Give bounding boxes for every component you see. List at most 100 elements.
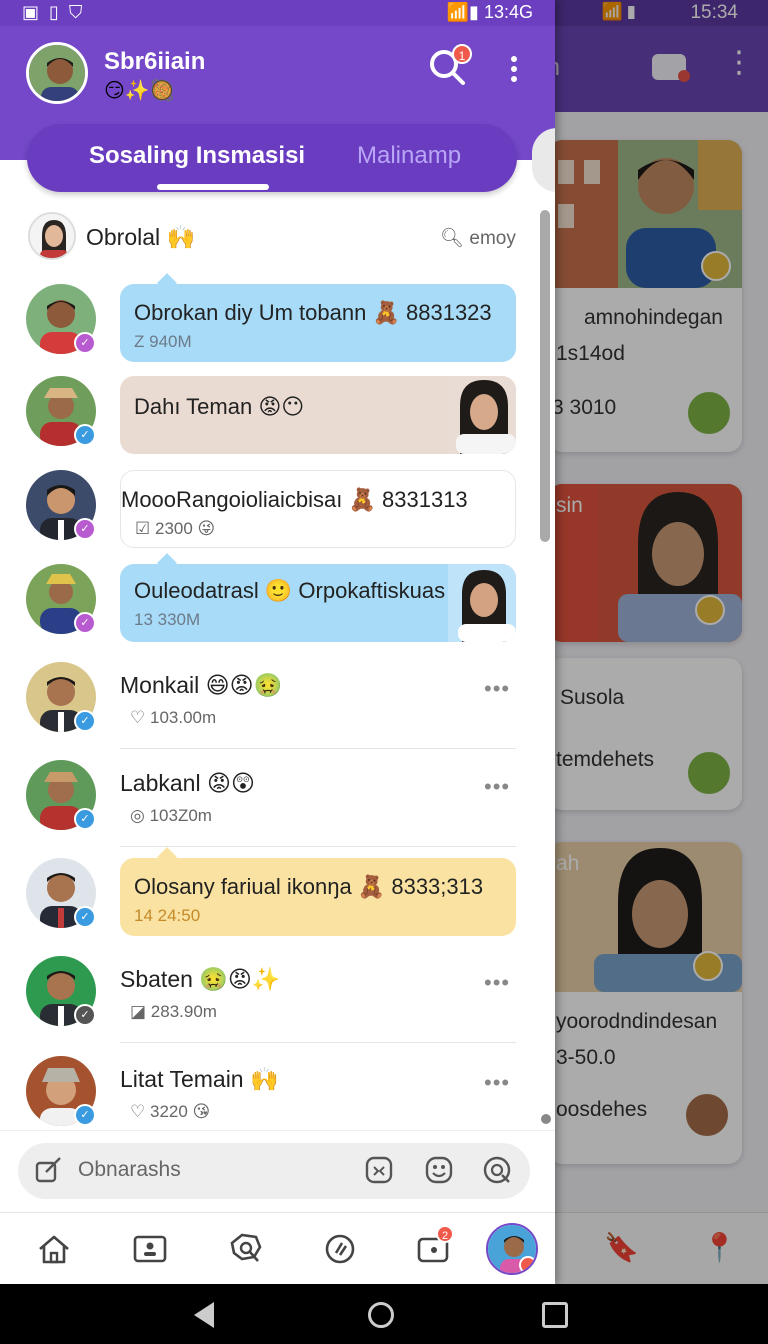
emoji-icon[interactable] xyxy=(424,1155,454,1185)
chat-title-text: Labkanl xyxy=(120,770,201,796)
chat-row[interactable]: ✓ Labkanl 😡😲 ◎ 103Z0m ••• xyxy=(0,760,540,856)
profile-tab-avatar[interactable] xyxy=(486,1223,538,1275)
chat-row[interactable]: ✓ Dahı Teman 😡😶 xyxy=(0,376,540,472)
chat-emoji: 😄😡🤢 xyxy=(205,672,283,698)
message-bubble[interactable]: MoooRangoioliaicbisaı 🧸 8331313 ☑ 2300 😜 xyxy=(120,470,516,548)
chat-title: Labkanl 😡😲 xyxy=(120,770,255,797)
meta-icon: ♡ xyxy=(130,708,146,727)
chat-panel: ▣▯⛉ 📶▮ 13:4G Sbr6iiain 😏✨🥘 1 Sosaling In… xyxy=(0,0,555,1284)
recents-icon[interactable] xyxy=(542,1302,568,1328)
chat-title-text: Dahı Teman xyxy=(134,394,253,419)
chat-emoji: 🙂 xyxy=(264,578,293,603)
row-more-icon[interactable]: ••• xyxy=(484,774,510,800)
chat-meta: ☑ 2300 😜 xyxy=(135,519,215,539)
message-photo[interactable] xyxy=(448,376,516,454)
verified-badge: ✓ xyxy=(74,612,96,634)
group-avatar[interactable] xyxy=(28,212,76,260)
verified-badge: ✓ xyxy=(74,332,96,354)
chat-title: Olosany fariual ikonŋa 🧸 8333;313 xyxy=(134,874,483,900)
chat-title-text: Orpokaftiskuas xyxy=(298,578,446,603)
chat-title-text: Litat Temain xyxy=(120,1066,244,1092)
chat-meta-text: 3220 xyxy=(149,1102,188,1121)
chat-list-title-text: Obrolal xyxy=(86,224,161,250)
home-icon[interactable] xyxy=(36,1231,72,1267)
meta-icon: ◪ xyxy=(130,1002,147,1021)
chat-meta: ♡ 103.00m xyxy=(130,708,216,728)
meta-icon: ☑ xyxy=(135,519,151,538)
chat-row[interactable]: ✓ Obrokan diy Um tobann 🧸 8831323 Z 940M xyxy=(0,273,540,380)
message-bubble[interactable]: Olosany fariual ikonŋa 🧸 8333;313 14 24:… xyxy=(120,858,516,936)
chat-number: 8331313 xyxy=(382,487,468,512)
compose-area: Obnarashs xyxy=(0,1130,555,1212)
profile-status-emoji: 😏✨🥘 xyxy=(104,80,175,102)
verified-badge: ✓ xyxy=(74,424,96,446)
chat-row[interactable]: ✓ MoooRangoioliaicbisaı 🧸 8331313 ☑ 2300… xyxy=(0,470,540,566)
status-time: 📶▮ 13:4G xyxy=(446,2,533,22)
activity-icon[interactable] xyxy=(322,1231,358,1267)
row-more-icon[interactable]: ••• xyxy=(484,1070,510,1096)
chat-meta-text: 940M xyxy=(149,332,192,351)
system-navigation-bar xyxy=(0,1284,768,1344)
contacts-icon[interactable] xyxy=(132,1231,168,1267)
scrim[interactable] xyxy=(554,0,768,1284)
compose-icon[interactable] xyxy=(34,1155,64,1185)
discover-icon[interactable] xyxy=(228,1231,264,1267)
chat-search-label: emоy xyxy=(469,228,516,249)
message-input[interactable]: Obnarashs xyxy=(18,1143,530,1199)
chat-title-text: Monkail xyxy=(120,672,200,698)
status-time-text: 13:4G xyxy=(483,2,533,22)
chat-meta-text: 2300 xyxy=(154,519,193,538)
chat-title: MoooRangoioliaicbisaı 🧸 8331313 xyxy=(121,487,468,513)
verified-badge: ✓ xyxy=(74,518,96,540)
chat-emoji: 😡😲 xyxy=(206,770,255,796)
chat-list-title: Obrolal 🙌 xyxy=(86,224,195,251)
tab-sosaling-insmasisi[interactable]: Sosaling Insmasisi xyxy=(89,142,305,170)
chat-meta-text: 103Z0m xyxy=(149,806,212,825)
row-more-icon[interactable]: ••• xyxy=(484,676,510,702)
chat-search-link[interactable]: 🔍︎ emоy xyxy=(440,226,516,250)
home-circle-icon[interactable] xyxy=(368,1302,394,1328)
scroll-end-indicator xyxy=(541,1114,551,1124)
chat-title: Monkail 😄😡🤢 xyxy=(120,672,282,699)
chat-row[interactable]: ✓ Monkail 😄😡🤢 ♡ 103.00m ••• xyxy=(0,662,540,758)
screen: 📶▮ 15:34 m ⋮ xyxy=(0,0,768,1344)
row-divider xyxy=(120,846,516,847)
chat-row[interactable]: ✓ Olosany fariual ikonŋa 🧸 8333;313 14 2… xyxy=(0,847,540,954)
message-bubble[interactable]: Ouleodatrasl 🙂 Orpokaftiskuas 13 330M xyxy=(120,564,516,642)
profile-avatar[interactable] xyxy=(26,42,88,104)
chat-title-text: MoooRangoioliaicbisaı xyxy=(121,487,343,512)
chat-title: Litat Temain 🙌 xyxy=(120,1066,279,1093)
chat-emoji: 🧸 xyxy=(357,874,386,899)
message-bubble[interactable]: Dahı Teman 😡😶 xyxy=(120,376,516,454)
chat-number: 8831323 xyxy=(406,300,492,325)
chat-list-header: Obrolal 🙌 🔍︎ emоy xyxy=(0,200,540,274)
mention-icon[interactable] xyxy=(482,1155,512,1185)
chat-meta: 13 330M xyxy=(134,610,201,629)
tab-bar: Sosaling Insmasisi Malinamp xyxy=(27,124,517,192)
meta-emoji: 😘 xyxy=(192,1102,211,1121)
sticker-icon[interactable] xyxy=(364,1155,394,1185)
chat-title: Ouleodatrasl 🙂 Orpokaftiskuas xyxy=(134,578,445,604)
back-icon[interactable] xyxy=(194,1302,214,1328)
meta-icon: ◎ xyxy=(130,806,145,825)
search-icon: 🔍︎ xyxy=(440,228,465,249)
row-more-icon[interactable]: ••• xyxy=(484,970,510,996)
row-divider xyxy=(120,748,516,749)
chat-row[interactable]: ✓ Ouleodatrasl 🙂 Orpokaftiskuas 13 330M xyxy=(0,553,540,660)
more-options-icon[interactable] xyxy=(504,52,524,86)
status-badge: ✓ xyxy=(74,1004,96,1026)
tab-malinamp[interactable]: Malinamp xyxy=(357,142,461,170)
chat-emoji: 🤢😡✨ xyxy=(199,966,281,992)
meta-icon: ♡ xyxy=(130,1102,146,1121)
chat-meta: Z 940M xyxy=(134,332,192,352)
message-bubble[interactable]: Obrokan diy Um tobann 🧸 8831323 Z 940M xyxy=(120,284,516,362)
verified-badge: ✓ xyxy=(74,1104,96,1126)
chat-meta: ◪ 283.90m xyxy=(130,1002,217,1022)
message-placeholder: Obnarashs xyxy=(78,1158,181,1181)
scrollbar[interactable] xyxy=(540,210,550,542)
profile-name: Sbr6iiain xyxy=(104,48,206,75)
chat-row[interactable]: ✓ Sbaten 🤢😡✨ ◪ 283.90m ••• xyxy=(0,956,540,1052)
chat-emoji: 😡😶 xyxy=(258,394,305,419)
chat-title: Obrokan diy Um tobann 🧸 8831323 xyxy=(134,300,492,326)
message-photo[interactable] xyxy=(448,564,516,642)
